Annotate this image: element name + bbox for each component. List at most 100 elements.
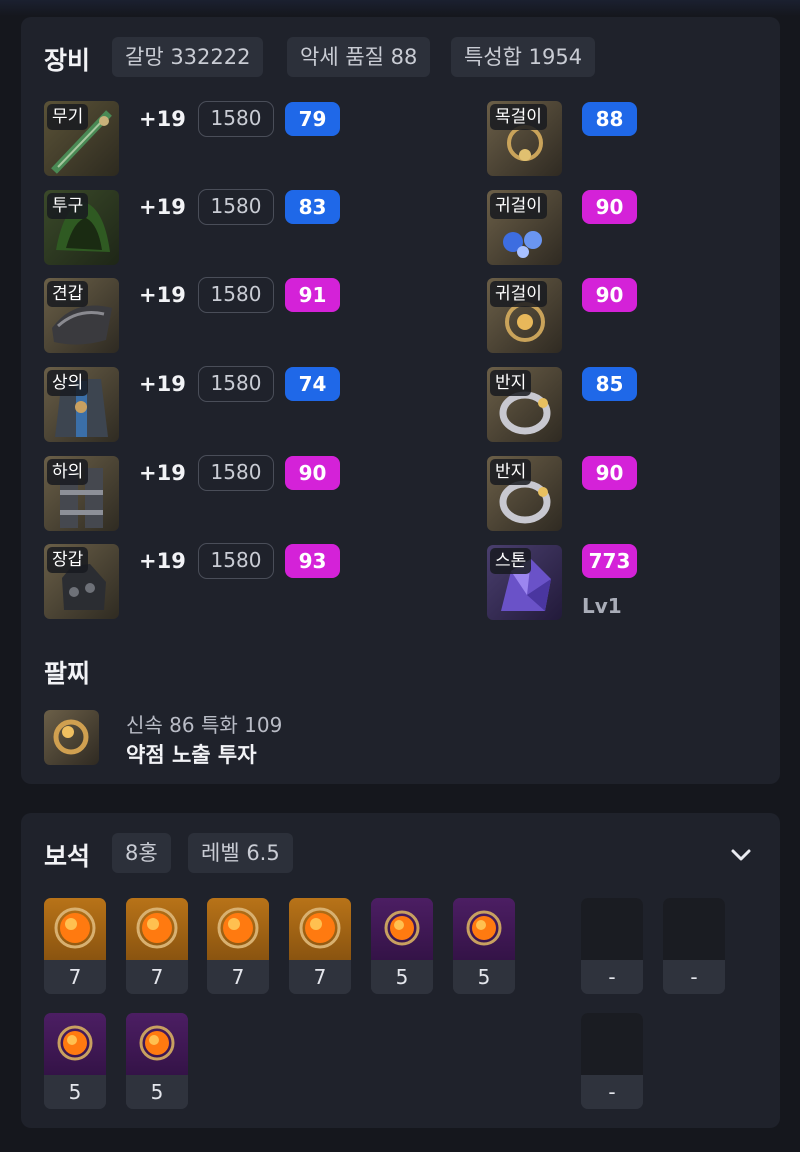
gem-level: - [663, 960, 725, 994]
gem-level: 5 [371, 960, 433, 994]
enhance-level: +19 [139, 461, 186, 485]
weapon-slot[interactable]: 무기 [44, 101, 119, 176]
equipment-card: 장비 갈망 332222 악세 품질 88 특성합 1954 무기 +19 15… [21, 17, 780, 784]
quality-badge: 93 [285, 544, 340, 578]
gem-art [44, 1013, 106, 1075]
slot-tag: 귀걸이 [490, 193, 547, 219]
gem-art [126, 898, 188, 960]
pants-slot[interactable]: 하의 [44, 456, 119, 531]
slot-tag: 견갑 [47, 281, 89, 307]
gem-empty-slot[interactable]: - [581, 898, 643, 994]
bracelet-slot[interactable] [44, 710, 99, 765]
gem-art [126, 1013, 188, 1075]
quality-badge: 83 [285, 190, 340, 224]
bracelet-stats: 신속 86 특화 109 [126, 713, 283, 737]
quality-badge: 90 [285, 456, 340, 490]
gem-item[interactable]: 5 [371, 898, 433, 994]
item-level: 1580 [198, 101, 274, 137]
stone-value-badge: 773 [582, 544, 637, 578]
gem-item[interactable]: 5 [44, 1013, 106, 1109]
quality-badge: 88 [582, 102, 637, 136]
slot-tag: 상의 [47, 370, 89, 396]
item-level: 1580 [198, 455, 274, 491]
slot-tag: 하의 [47, 459, 89, 485]
stone-slot[interactable]: 스톤 [487, 545, 562, 620]
gem-level: 7 [289, 960, 351, 994]
gem-item[interactable]: 7 [289, 898, 351, 994]
necklace-slot[interactable]: 목걸이 [487, 101, 562, 176]
slot-tag: 귀걸이 [490, 281, 547, 307]
top-fade [0, 0, 800, 16]
quality-badge: 85 [582, 367, 637, 401]
gem-art [453, 898, 515, 960]
shoulder-slot[interactable]: 견갑 [44, 278, 119, 353]
item-level: 1580 [198, 543, 274, 579]
helmet-slot[interactable]: 투구 [44, 190, 119, 265]
gem-art [44, 898, 106, 960]
chevron-down-icon [731, 849, 751, 861]
gem-item[interactable]: 5 [453, 898, 515, 994]
bracelet-title: 팔찌 [44, 659, 91, 688]
gem-level: 7 [44, 960, 106, 994]
gem-art [371, 898, 433, 960]
earring-slot-1[interactable]: 귀걸이 [487, 190, 562, 265]
quality-badge: 90 [582, 278, 637, 312]
chip-desire: 갈망 332222 [112, 37, 264, 77]
ring-slot-2[interactable]: 반지 [487, 456, 562, 531]
enhance-level: +19 [139, 283, 186, 307]
equipment-title: 장비 [44, 46, 91, 75]
bracelet-effects: 약점 노출 투자 [126, 743, 257, 767]
gem-art [581, 1013, 643, 1075]
quality-badge: 90 [582, 190, 637, 224]
ring-slot-1[interactable]: 반지 [487, 367, 562, 442]
gem-level: - [581, 960, 643, 994]
gem-icon [139, 1025, 175, 1061]
slot-tag: 투구 [47, 193, 89, 219]
item-level: 1580 [198, 277, 274, 313]
gem-item[interactable]: 7 [207, 898, 269, 994]
quality-badge: 91 [285, 278, 340, 312]
stone-level: Lv1 [582, 594, 622, 618]
enhance-level: +19 [139, 372, 186, 396]
chip-accessory-quality: 악세 품질 88 [287, 37, 431, 77]
chest-slot[interactable]: 상의 [44, 367, 119, 442]
gem-art [207, 898, 269, 960]
gem-item[interactable]: 5 [126, 1013, 188, 1109]
gem-item[interactable]: 7 [126, 898, 188, 994]
gem-icon [136, 907, 178, 949]
gem-icon [384, 910, 420, 946]
gem-art [581, 898, 643, 960]
enhance-level: +19 [139, 195, 186, 219]
gem-icon [217, 907, 259, 949]
slot-tag: 스톤 [490, 548, 532, 574]
expand-button[interactable] [729, 843, 753, 867]
quality-badge: 90 [582, 456, 637, 490]
quality-badge: 74 [285, 367, 340, 401]
enhance-level: +19 [139, 107, 186, 131]
chip-red-gem-count: 8홍 [112, 833, 171, 873]
gem-level: 5 [44, 1075, 106, 1109]
gem-art [663, 898, 725, 960]
slot-tag: 목걸이 [490, 104, 547, 130]
gem-icon [54, 907, 96, 949]
gem-art [289, 898, 351, 960]
item-level: 1580 [198, 189, 274, 225]
chip-gem-level: 레벨 6.5 [188, 833, 293, 873]
quality-badge: 79 [285, 102, 340, 136]
gem-icon [299, 907, 341, 949]
gem-level: 7 [207, 960, 269, 994]
gem-level: 7 [126, 960, 188, 994]
slot-tag: 무기 [47, 104, 89, 130]
gem-empty-slot[interactable]: - [663, 898, 725, 994]
gems-title: 보석 [44, 842, 91, 871]
slot-tag: 반지 [490, 370, 532, 396]
gem-level: - [581, 1075, 643, 1109]
gem-empty-slot[interactable]: - [581, 1013, 643, 1109]
gloves-slot[interactable]: 장갑 [44, 544, 119, 619]
earring-slot-2[interactable]: 귀걸이 [487, 278, 562, 353]
gem-item[interactable]: 7 [44, 898, 106, 994]
slot-tag: 장갑 [47, 547, 89, 573]
gem-level: 5 [453, 960, 515, 994]
gems-card: 보석 8홍 레벨 6.5 7 7 7 7 5 5 - - 5 5 - [21, 813, 780, 1128]
bracelet-icon [53, 719, 89, 755]
